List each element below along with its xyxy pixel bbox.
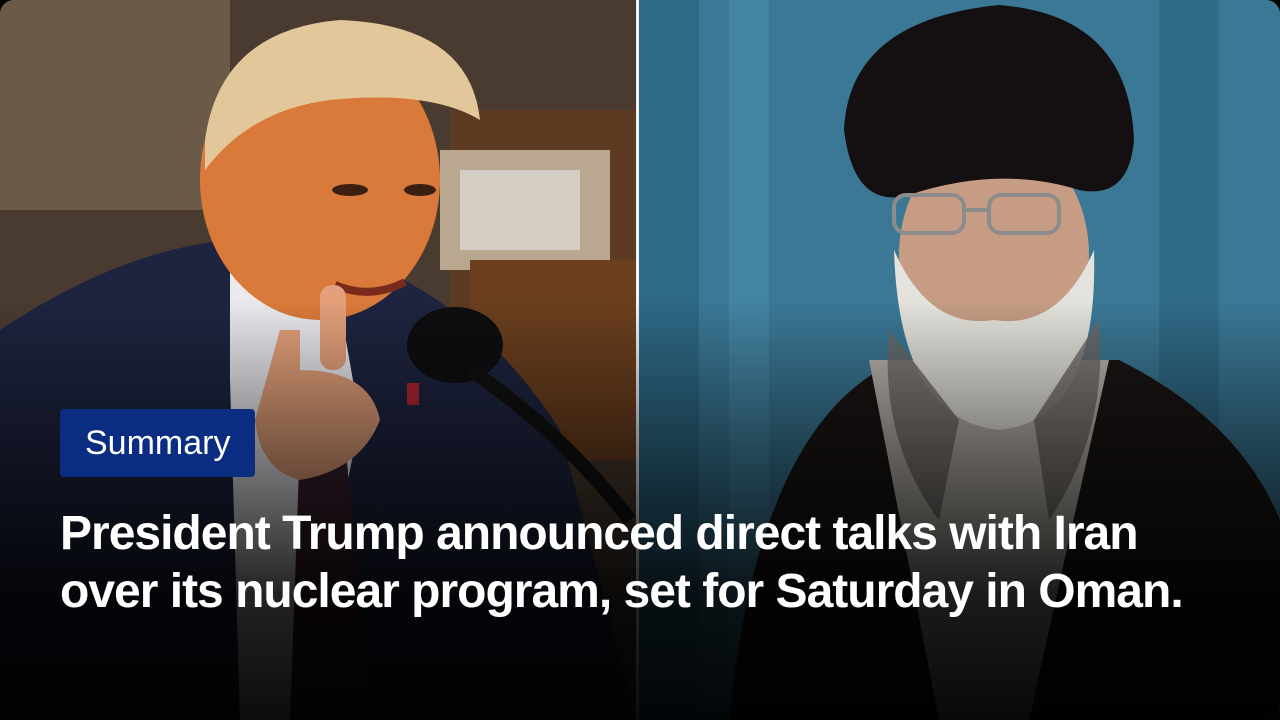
summary-badge: Summary: [60, 409, 256, 477]
headline-text: President Trump announced direct talks w…: [60, 507, 1184, 618]
summary-card: Summary President Trump announced direct…: [0, 0, 1280, 720]
